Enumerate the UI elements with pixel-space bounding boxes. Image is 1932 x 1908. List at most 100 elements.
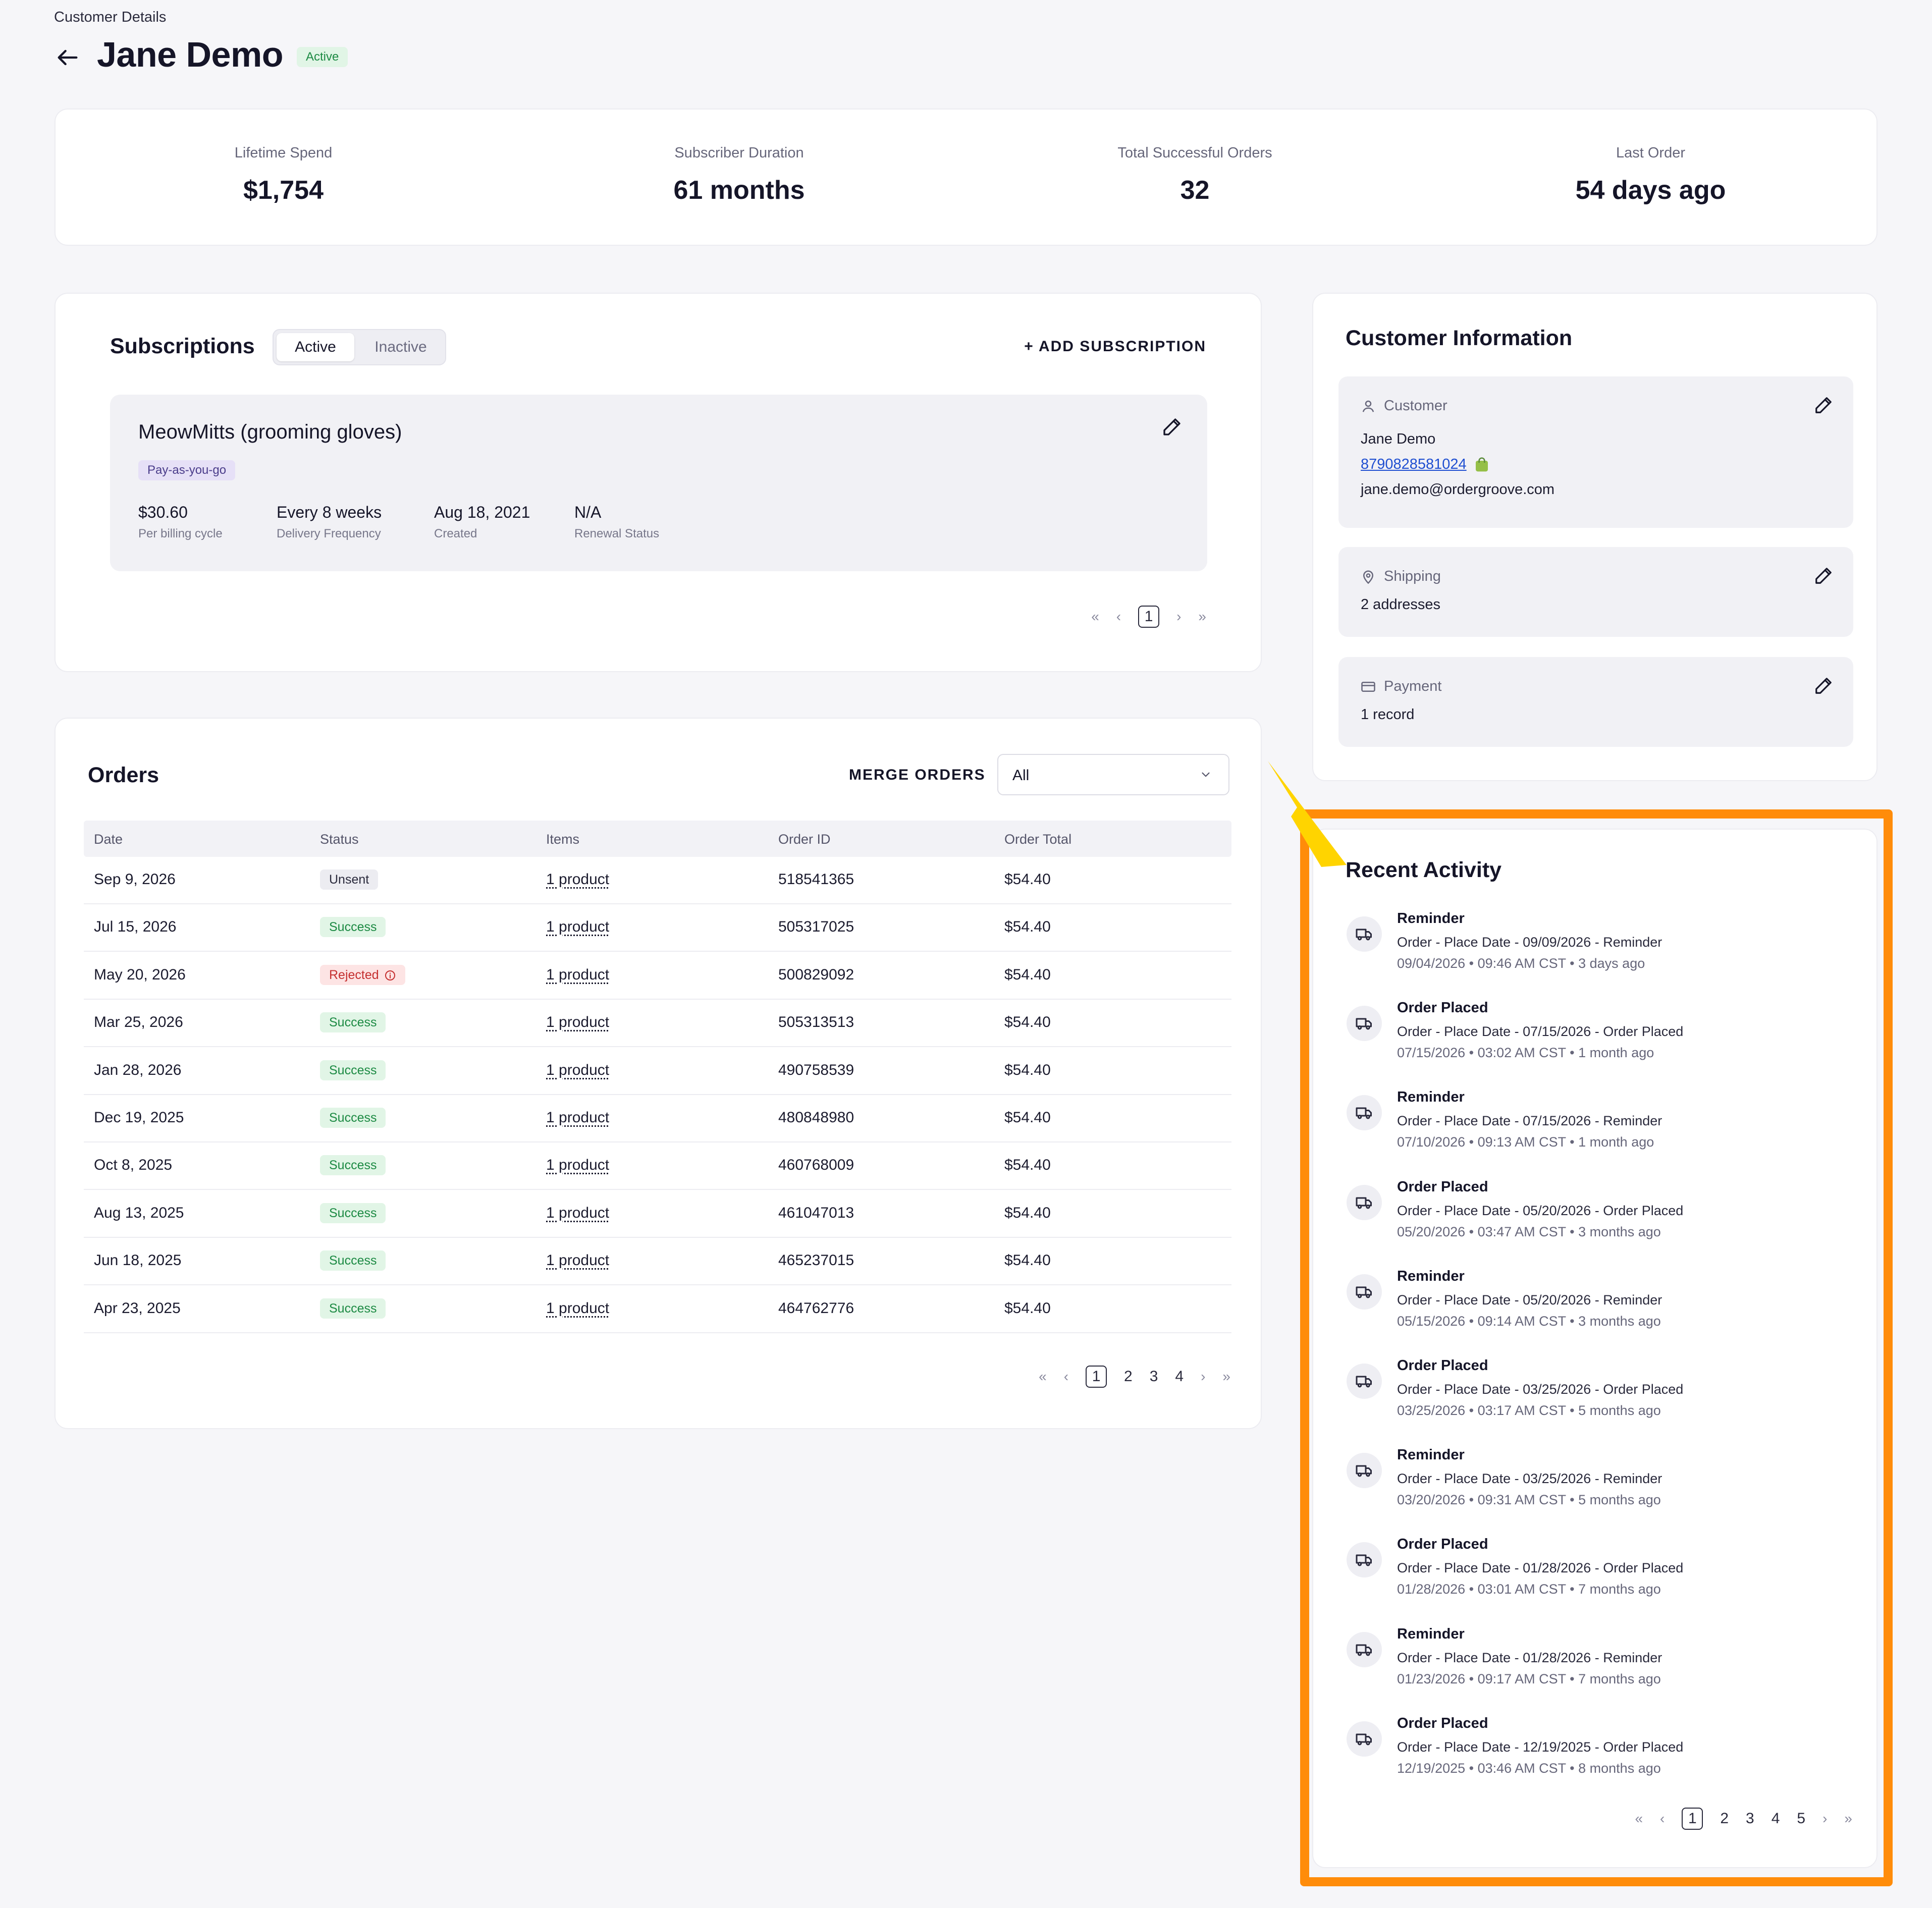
table-row[interactable]: Oct 8, 2025 Success 1 product 460768009 $54.… bbox=[84, 1142, 1231, 1190]
customer-phone-row: 8790828581024 bbox=[1361, 456, 1490, 473]
table-row[interactable]: Sep 9, 2026 Unsent 1 product 518541365 $54.4… bbox=[84, 857, 1231, 904]
stat-label: Last Order bbox=[1616, 145, 1685, 161]
first-page-button[interactable]: « bbox=[1091, 609, 1099, 625]
filter-value: All bbox=[1012, 767, 1030, 784]
page-4-button[interactable]: 4 bbox=[1175, 1368, 1184, 1385]
order-total: $54.40 bbox=[1004, 918, 1051, 936]
table-row[interactable]: Jul 15, 2026 Success 1 product 505317025 $54… bbox=[84, 904, 1231, 952]
next-page-button[interactable]: › bbox=[1201, 1369, 1205, 1385]
subscription-status-toggle: Active Inactive bbox=[273, 329, 446, 365]
order-items-link[interactable]: 1 product bbox=[546, 1109, 609, 1126]
edit-pencil-icon[interactable] bbox=[1162, 417, 1182, 437]
order-status-text: Success bbox=[329, 1015, 377, 1030]
field-value: Every 8 weeks bbox=[277, 503, 382, 521]
order-status-badge: Success bbox=[320, 1012, 386, 1033]
subscription-item[interactable]: MeowMitts (grooming gloves) Pay-as-you-g… bbox=[110, 395, 1207, 571]
edit-pencil-icon[interactable] bbox=[1814, 566, 1833, 585]
page-2-button[interactable]: 2 bbox=[1124, 1368, 1133, 1385]
subscriptions-pagination: « ‹ 1 › » bbox=[1091, 606, 1206, 628]
table-row[interactable]: May 20, 2026 Rejected 1 product 500829092 $5… bbox=[84, 952, 1231, 1000]
table-row[interactable]: Jan 28, 2026 Success 1 product 490758539 $54… bbox=[84, 1048, 1231, 1095]
order-status-badge: Success bbox=[320, 1298, 386, 1319]
order-total: $54.40 bbox=[1004, 1157, 1051, 1174]
order-date: Aug 13, 2025 bbox=[94, 1204, 184, 1221]
plan-badge: Pay-as-you-go bbox=[138, 460, 236, 480]
add-subscription-button[interactable]: + ADD SUBSCRIPTION bbox=[1024, 338, 1206, 355]
order-items-link[interactable]: 1 product bbox=[546, 1252, 609, 1269]
order-status-text: Success bbox=[329, 1206, 377, 1220]
first-page-button[interactable]: « bbox=[1039, 1369, 1047, 1385]
prev-page-button[interactable]: ‹ bbox=[1064, 1369, 1068, 1385]
highlight-frame bbox=[1300, 809, 1893, 1886]
order-total: $54.40 bbox=[1004, 1061, 1051, 1078]
table-row[interactable]: Apr 23, 2025 Success 1 product 464762776 $54… bbox=[84, 1286, 1231, 1333]
order-status-badge: Success bbox=[320, 1108, 386, 1128]
order-id: 518541365 bbox=[778, 871, 854, 888]
order-items-link[interactable]: 1 product bbox=[546, 1014, 609, 1031]
order-id: 505317025 bbox=[778, 918, 854, 936]
table-row[interactable]: Mar 25, 2026 Success 1 product 505313513 $54… bbox=[84, 1000, 1231, 1048]
tab-active[interactable]: Active bbox=[277, 333, 354, 361]
order-status-text: Rejected bbox=[329, 967, 379, 982]
order-status-badge: Success bbox=[320, 1250, 386, 1271]
sub-field-created: Aug 18, 2021 Created bbox=[434, 503, 530, 541]
orders-title: Orders bbox=[88, 763, 159, 787]
payment-block: Payment 1 record bbox=[1338, 657, 1853, 747]
user-icon bbox=[1362, 400, 1374, 412]
prev-page-button[interactable]: ‹ bbox=[1116, 609, 1121, 625]
page-3-button[interactable]: 3 bbox=[1150, 1368, 1158, 1385]
order-total: $54.40 bbox=[1004, 871, 1051, 888]
customer-block: Customer Jane Demo 8790828581024 jane.de… bbox=[1338, 376, 1853, 528]
col-status: Status bbox=[320, 832, 359, 847]
customer-information-card: Customer Information Customer Jane Demo … bbox=[1312, 293, 1877, 781]
orders-filter-select[interactable]: All bbox=[997, 754, 1229, 795]
next-page-button[interactable]: › bbox=[1176, 609, 1181, 625]
col-order-id: Order ID bbox=[778, 832, 831, 847]
page-1-button[interactable]: 1 bbox=[1086, 1366, 1107, 1388]
order-items-link[interactable]: 1 product bbox=[546, 871, 609, 888]
table-row[interactable]: Jun 18, 2025 Success 1 product 465237015 $54… bbox=[84, 1238, 1231, 1286]
order-id: 505313513 bbox=[778, 1014, 854, 1031]
stat-value: 61 months bbox=[673, 176, 805, 205]
page-1-button[interactable]: 1 bbox=[1138, 606, 1160, 628]
order-date: May 20, 2026 bbox=[94, 966, 186, 983]
field-value: Aug 18, 2021 bbox=[434, 503, 530, 521]
pointer-arrow-icon bbox=[1268, 761, 1347, 867]
sub-field-frequency: Every 8 weeks Delivery Frequency bbox=[277, 503, 382, 541]
subscription-name: MeowMitts (grooming gloves) bbox=[138, 421, 402, 443]
customer-phone-link[interactable]: 8790828581024 bbox=[1361, 456, 1467, 473]
edit-pencil-icon[interactable] bbox=[1814, 676, 1833, 695]
back-arrow-icon[interactable] bbox=[55, 44, 81, 71]
order-status-badge: Rejected bbox=[320, 964, 405, 985]
order-status-badge: Success bbox=[320, 917, 386, 938]
order-items-link[interactable]: 1 product bbox=[546, 966, 609, 984]
order-items-link[interactable]: 1 product bbox=[546, 1205, 609, 1222]
orders-table-header: Date Status Items Order ID Order Total bbox=[84, 821, 1231, 857]
order-status-badge: Unsent bbox=[320, 869, 379, 890]
order-items-link[interactable]: 1 product bbox=[546, 1157, 609, 1174]
order-date: Sep 9, 2026 bbox=[94, 871, 176, 888]
shipping-block: Shipping 2 addresses bbox=[1338, 547, 1853, 637]
order-status-text: Unsent bbox=[329, 873, 369, 887]
info-icon[interactable] bbox=[384, 969, 396, 982]
last-page-button[interactable]: » bbox=[1198, 609, 1206, 625]
order-id: 464762776 bbox=[778, 1299, 854, 1317]
order-id: 461047013 bbox=[778, 1204, 854, 1221]
order-items-link[interactable]: 1 product bbox=[546, 1062, 609, 1079]
merge-orders-button[interactable]: MERGE ORDERS bbox=[849, 767, 986, 784]
order-status-text: Success bbox=[329, 1063, 377, 1077]
order-items-link[interactable]: 1 product bbox=[546, 918, 609, 936]
table-row[interactable]: Dec 19, 2025 Success 1 product 480848980 $54… bbox=[84, 1095, 1231, 1142]
order-items-link[interactable]: 1 product bbox=[546, 1300, 609, 1317]
order-date: Dec 19, 2025 bbox=[94, 1109, 184, 1126]
breadcrumb: Customer Details bbox=[54, 9, 167, 25]
order-total: $54.40 bbox=[1004, 966, 1051, 983]
field-value: N/A bbox=[574, 503, 602, 521]
status-badge: Active bbox=[297, 47, 348, 67]
last-page-button[interactable]: » bbox=[1222, 1369, 1230, 1385]
edit-pencil-icon[interactable] bbox=[1814, 396, 1833, 415]
table-row[interactable]: Aug 13, 2025 Success 1 product 461047013 $54… bbox=[84, 1190, 1231, 1238]
tab-inactive[interactable]: Inactive bbox=[360, 333, 441, 361]
order-id: 480848980 bbox=[778, 1109, 854, 1126]
page-title: Jane Demo bbox=[97, 35, 283, 74]
